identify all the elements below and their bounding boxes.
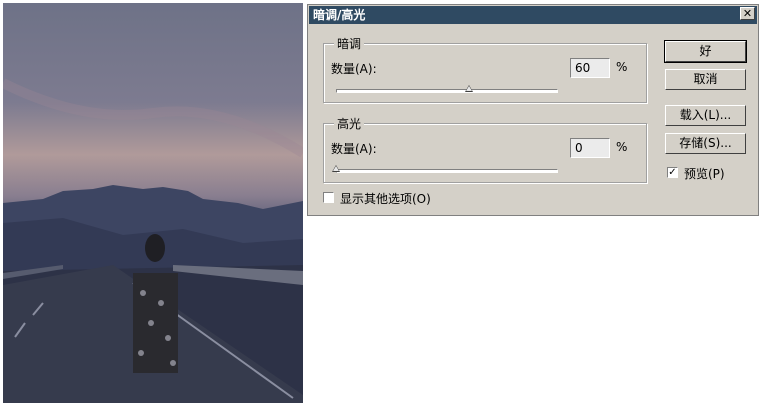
shadows-group: 暗调 数量(A): 60 % — [323, 35, 647, 103]
shadows-slider-track[interactable] — [336, 89, 558, 93]
more-options-checkbox[interactable] — [323, 192, 334, 203]
checkmark-icon: ✓ — [668, 167, 677, 178]
ok-button[interactable]: 好 — [664, 40, 747, 63]
highlights-amount-label: 数量(A): — [331, 142, 377, 156]
highlights-slider-track[interactable] — [336, 169, 558, 173]
save-button[interactable]: 存储(S)... — [665, 133, 746, 154]
shadows-percent-label: % — [616, 60, 628, 74]
preview-photo — [3, 3, 303, 403]
shadow-highlight-dialog: 暗调/高光 ✕ 暗调 数量(A): 60 % 高光 数量(A): 0 % 显示其… — [307, 4, 759, 216]
dialog-title: 暗调/高光 — [309, 6, 757, 24]
highlights-amount-field[interactable]: 0 — [570, 138, 610, 158]
preview-label[interactable]: 预览(P) — [684, 165, 725, 182]
shadows-group-label: 暗调 — [334, 35, 365, 52]
shadows-amount-field[interactable]: 60 — [570, 58, 610, 78]
preview-checkbox[interactable]: ✓ — [667, 167, 678, 178]
highlights-group-label: 高光 — [334, 115, 365, 132]
highlights-group: 高光 数量(A): 0 % — [323, 115, 647, 183]
shadows-slider-thumb[interactable] — [465, 85, 474, 92]
close-icon[interactable]: ✕ — [740, 7, 755, 20]
shadows-amount-label: 数量(A): — [331, 62, 377, 76]
highlights-slider-thumb[interactable] — [332, 165, 340, 172]
more-options-label[interactable]: 显示其他选项(O) — [340, 190, 431, 207]
highlights-percent-label: % — [616, 140, 628, 154]
cancel-button[interactable]: 取消 — [665, 69, 746, 90]
load-button[interactable]: 载入(L)... — [665, 105, 746, 126]
